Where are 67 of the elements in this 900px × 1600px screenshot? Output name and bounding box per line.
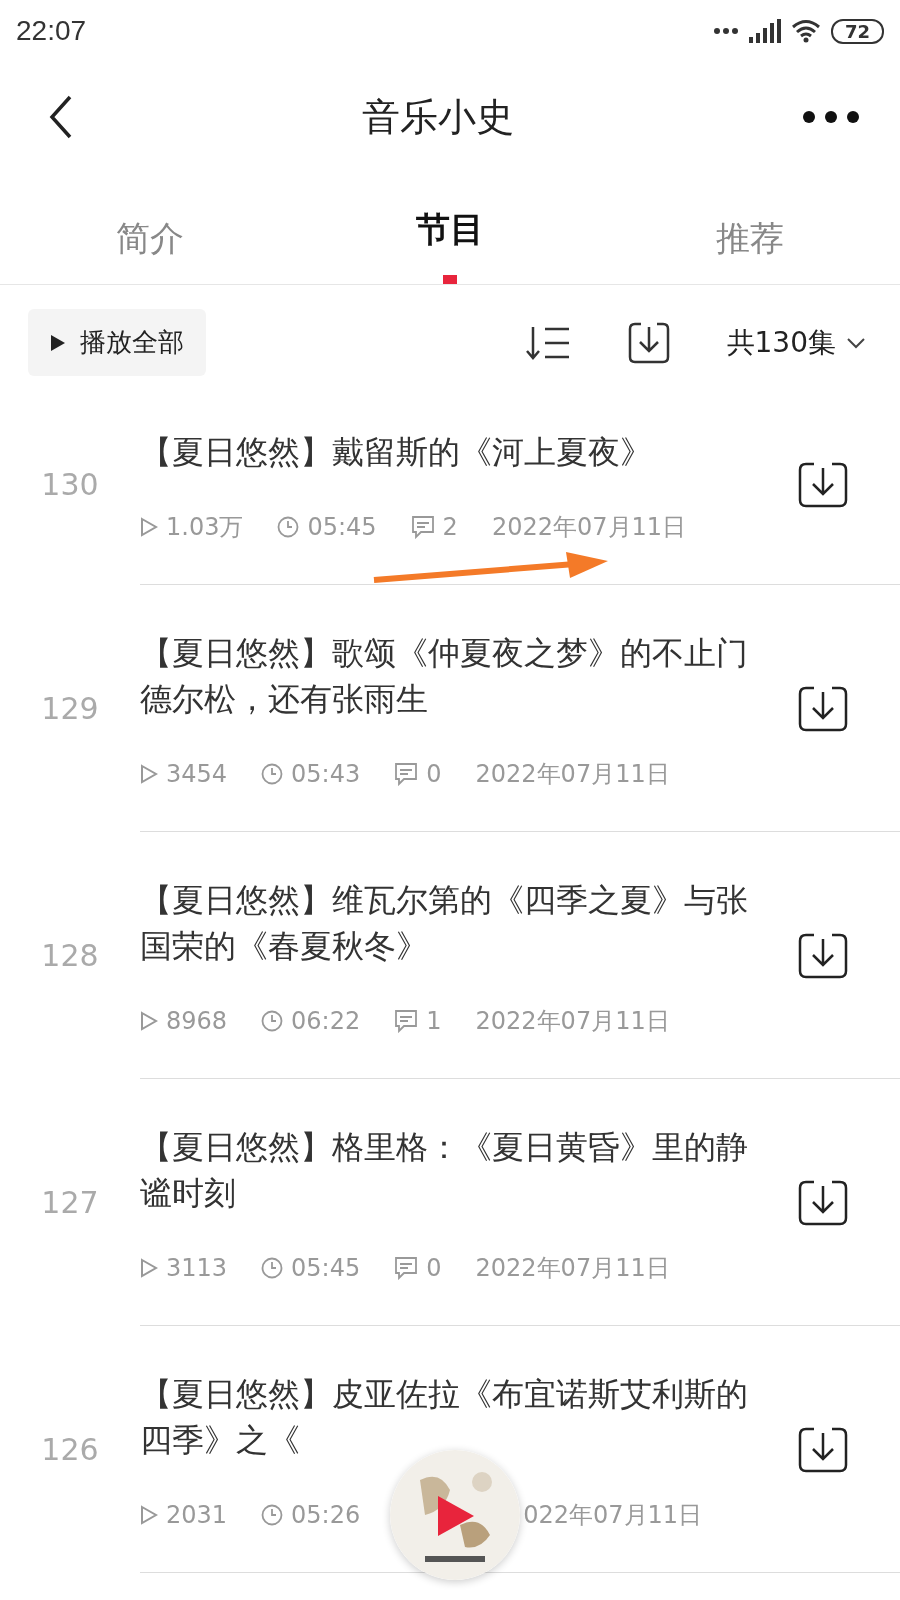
download-icon[interactable] <box>798 1179 848 1226</box>
page-title: 音乐小史 <box>362 93 514 141</box>
comment-count: 1 <box>426 1007 442 1035</box>
comment-count: 2 <box>442 513 458 541</box>
duration: 05:43 <box>291 760 361 788</box>
clock-icon <box>261 1504 284 1526</box>
clock-icon <box>261 1010 284 1032</box>
download-icon[interactable] <box>798 685 848 732</box>
dots-icon <box>712 27 739 35</box>
comment-count: 0 <box>426 760 442 788</box>
episode-number: 130 <box>40 467 100 502</box>
play-count-icon <box>140 517 158 537</box>
publish-date: 2022年07月11日 <box>475 1253 670 1284</box>
download-icon[interactable] <box>798 1426 848 1473</box>
play-icon[interactable] <box>436 1494 476 1538</box>
play-count: 3113 <box>166 1254 228 1282</box>
clock-icon <box>261 763 284 785</box>
comment-count: 0 <box>426 1254 442 1282</box>
duration: 06:22 <box>291 1007 361 1035</box>
play-icon <box>50 333 66 352</box>
play-all-button[interactable]: 播放全部 <box>28 309 206 376</box>
play-count-icon <box>140 1258 158 1278</box>
comment-icon <box>394 1256 419 1280</box>
download-icon[interactable] <box>626 320 671 365</box>
tab[interactable]: 节目 <box>416 207 484 253</box>
clock-icon <box>277 516 300 538</box>
duration: 05:26 <box>291 1501 361 1529</box>
play-count: 3454 <box>166 760 228 788</box>
play-count-icon <box>140 1505 158 1525</box>
duration: 05:45 <box>307 513 377 541</box>
episode-count-dropdown[interactable]: 共130集 <box>726 323 866 362</box>
episode-title[interactable]: 【夏日悠然】歌颂《仲夏夜之梦》的不止门德尔松，还有张雨生 <box>140 630 754 722</box>
comment-icon <box>394 1009 419 1033</box>
episode-number: 128 <box>40 938 100 973</box>
chevron-down-icon <box>846 336 866 349</box>
publish-date: 022年07月11日 <box>523 1500 703 1531</box>
episode-number: 129 <box>40 691 100 726</box>
comment-icon <box>394 762 419 786</box>
battery-indicator: 72 <box>830 18 884 44</box>
clock-icon <box>261 1257 284 1279</box>
download-icon[interactable] <box>798 932 848 979</box>
episode-title[interactable]: 【夏日悠然】格里格：《夏日黄昏》里的静谧时刻 <box>140 1124 754 1216</box>
tab-indicator <box>443 275 457 284</box>
back-icon[interactable] <box>48 95 74 139</box>
publish-date: 2022年07月11日 <box>491 512 687 543</box>
play-count-icon <box>140 1011 158 1031</box>
comment-icon <box>410 515 435 539</box>
play-count-icon <box>140 764 158 784</box>
publish-date: 2022年07月11日 <box>475 759 670 790</box>
play-count: 8968 <box>166 1007 228 1035</box>
tab[interactable]: 简介 <box>116 216 184 262</box>
episode-title[interactable]: 【夏日悠然】维瓦尔第的《四季之夏》与张国荣的《春夏秋冬》 <box>140 877 754 969</box>
play-count: 1.03万 <box>166 512 244 543</box>
signal-icon <box>748 19 781 43</box>
episode-title[interactable]: 【夏日悠然】戴留斯的《河上夏夜》 <box>140 429 754 475</box>
episode-number: 126 <box>40 1432 100 1467</box>
episode-title[interactable]: 【夏日悠然】皮亚佐拉《布宜诺斯艾利斯的四季》之《 <box>140 1371 754 1463</box>
tab[interactable]: 推荐 <box>716 216 784 262</box>
sort-icon[interactable] <box>524 324 571 361</box>
status-time: 22:07 <box>16 15 87 47</box>
play-count: 2031 <box>166 1501 228 1529</box>
more-icon[interactable] <box>802 110 860 124</box>
duration: 05:45 <box>291 1254 361 1282</box>
wifi-icon <box>790 19 821 43</box>
episode-number: 127 <box>40 1185 100 1220</box>
publish-date: 2022年07月11日 <box>475 1006 670 1037</box>
download-icon[interactable] <box>798 461 848 508</box>
